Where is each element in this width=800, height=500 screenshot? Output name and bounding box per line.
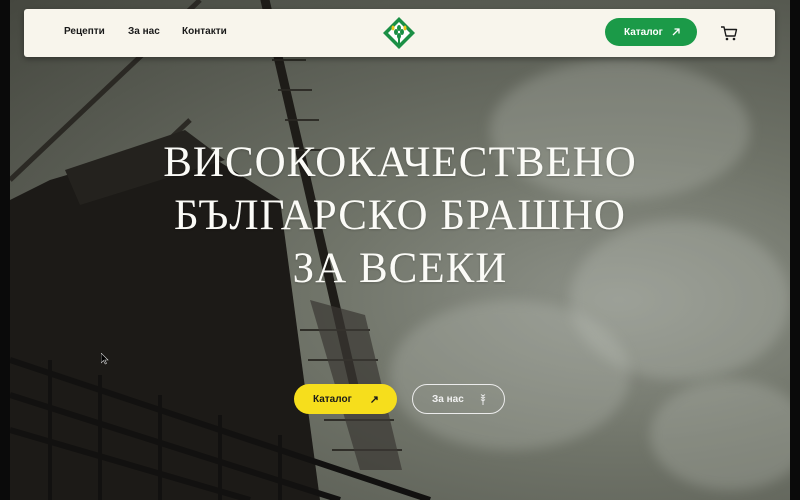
hero-title: ВИСОКОКАЧЕСТВЕНО БЪЛГАРСКО БРАШНО ЗА ВСЕ…	[0, 136, 800, 295]
about-button-label: За нас	[432, 393, 464, 405]
navbar: Рецепти За нас Контакти Каталог	[24, 9, 775, 57]
catalog-button-nav[interactable]: Каталог	[605, 18, 697, 46]
nav-link-contacts[interactable]: Контакти	[182, 26, 227, 37]
arrow-up-right-icon: ↗	[369, 393, 379, 406]
arrow-up-right-icon	[672, 28, 680, 36]
hero-title-line: БЪЛГАРСКО БРАШНО	[174, 192, 626, 239]
wheat-logo-icon[interactable]	[382, 16, 416, 50]
mouse-cursor-icon	[101, 353, 109, 365]
about-button-hero[interactable]: За нас	[412, 384, 505, 414]
nav-link-recipes[interactable]: Рецепти	[64, 26, 105, 37]
wheat-icon	[480, 393, 486, 405]
catalog-button-hero[interactable]: Каталог ↗	[294, 384, 397, 414]
catalog-button-label: Каталог	[624, 26, 663, 38]
cart-icon[interactable]	[720, 24, 738, 42]
hero-title-line: ВИСОКОКАЧЕСТВЕНО	[163, 139, 637, 186]
hero-title-line: ЗА ВСЕКИ	[292, 245, 508, 292]
catalog-button-label: Каталог	[313, 393, 352, 405]
nav-link-about[interactable]: За нас	[128, 26, 160, 37]
